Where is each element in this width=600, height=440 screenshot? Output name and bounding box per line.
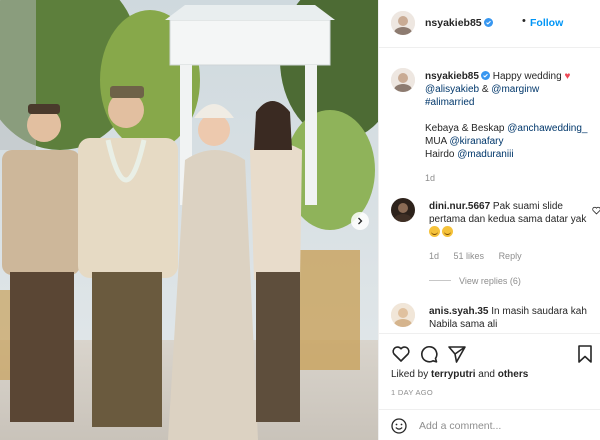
avatar[interactable] [391,198,415,222]
reply-button[interactable]: Reply [499,251,522,261]
caption-timestamp[interactable]: 1d [425,173,435,183]
comment-meta: 1d 51 likes Reply [429,251,534,261]
separator-dot: • [522,15,526,27]
mention-link[interactable]: @alisyakieb [425,84,479,95]
chevron-right-icon [356,217,364,225]
follow-button[interactable]: Follow [530,17,563,29]
post-sidebar: nsyakieb85 • Follow nsyakieb85 Happy wed… [378,0,600,440]
mention-link[interactable]: @maduraniii [457,149,513,160]
wedding-photo-illustration [0,0,378,440]
comment-text: anis.syah.35 In masih saudara kah Nabila… [429,306,587,330]
comment-username[interactable]: dini.nur.5667 [429,201,490,212]
heart-icon[interactable] [391,344,411,364]
comment-likes[interactable]: 51 likes [454,251,485,261]
post-timestamp[interactable]: 1 DAY AGO [391,388,433,397]
mention-link[interactable]: @kiranafary [449,136,503,147]
verified-badge-icon [480,71,490,80]
add-comment-bar [379,409,600,440]
caption-text: nsyakieb85 Happy wedding ♥ @alisyakieb &… [425,71,588,160]
grimacing-emoji-icon [429,226,440,237]
heart-icon[interactable] [592,206,600,215]
comment-text: dini.nur.5667 Pak suami slide pertama da… [429,200,589,239]
comment-timestamp[interactable]: 1d [429,251,439,261]
verified-badge-icon [483,18,493,27]
share-icon[interactable] [447,344,467,364]
comment-input[interactable] [419,417,569,435]
liked-by-user-link[interactable]: terryputri [431,369,475,380]
view-replies-button[interactable]: View replies (6) [429,276,521,286]
comment-icon[interactable] [419,344,439,364]
instagram-post: nsyakieb85 • Follow nsyakieb85 Happy wed… [0,0,600,440]
liked-by-others-link[interactable]: others [498,369,529,380]
bookmark-icon[interactable] [577,344,593,364]
smiley-icon[interactable] [391,418,407,434]
mention-link[interactable]: @marginw [491,84,539,95]
liked-by-text: Liked by terryputri and others [391,369,529,380]
avatar[interactable] [391,68,415,92]
avatar[interactable] [391,11,415,35]
caption-username[interactable]: nsyakieb85 [425,71,479,82]
hashtag-link[interactable]: #alimarried [425,97,474,108]
post-header: nsyakieb85 • Follow [379,0,600,48]
avatar[interactable] [391,303,415,327]
grimacing-emoji-icon [442,226,453,237]
header-username[interactable]: nsyakieb85 [425,17,493,29]
heart-emoji: ♥ [564,71,571,82]
next-photo-button[interactable] [351,212,369,230]
mention-link[interactable]: @anchawedding_ [507,123,587,134]
post-photo[interactable] [0,0,378,440]
comment-username[interactable]: anis.syah.35 [429,306,488,317]
